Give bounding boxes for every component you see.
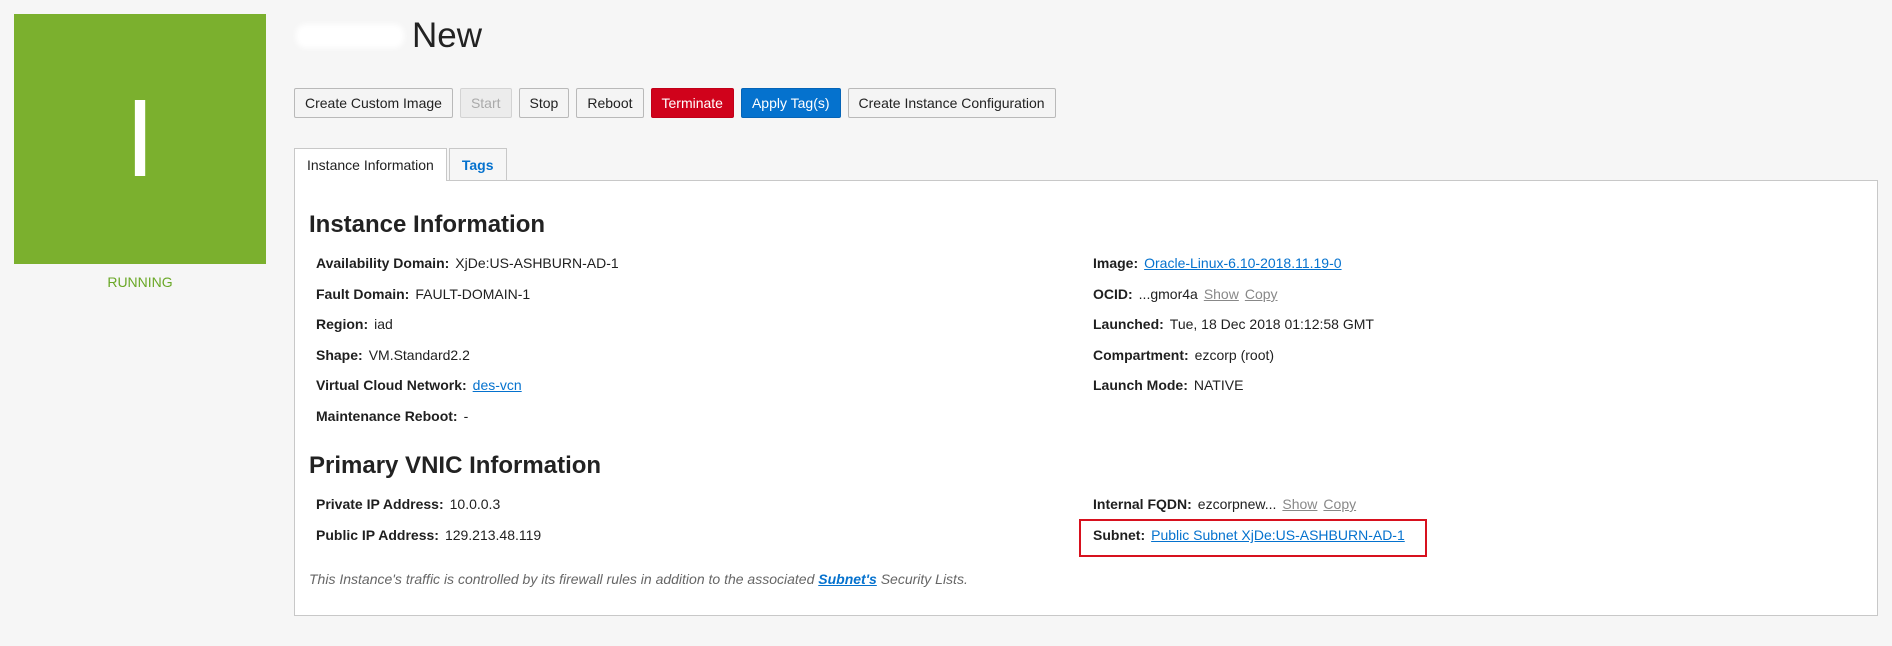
field-label: OCID:	[1093, 286, 1133, 302]
firewall-note: This Instance's traffic is controlled by…	[309, 571, 968, 587]
internal-fqdn-field: Internal FQDN: ezcorpnew... Show Copy	[1093, 496, 1356, 512]
field-label: Private IP Address:	[316, 496, 444, 512]
page-title: New	[412, 16, 483, 55]
field-value: -	[463, 408, 469, 424]
ocid-value: ...gmor4a	[1138, 286, 1198, 302]
instance-status-tile: I	[14, 14, 266, 264]
vcn-field: Virtual Cloud Network: des-vcn	[316, 377, 522, 393]
field-label: Compartment:	[1093, 347, 1189, 363]
tab-tags[interactable]: Tags	[448, 148, 507, 180]
field-value: ezcorp (root)	[1194, 347, 1275, 363]
note-text-before: This Instance's traffic is controlled by…	[309, 571, 819, 587]
note-text-after: Security Lists.	[876, 571, 968, 587]
fault-domain-field: Fault Domain: FAULT-DOMAIN-1	[316, 286, 530, 302]
tab-instance-information[interactable]: Instance Information	[294, 148, 447, 181]
subnets-link[interactable]: Subnet's	[818, 571, 877, 587]
start-button: Start	[459, 88, 512, 118]
vcn-link[interactable]: des-vcn	[473, 377, 522, 393]
field-label: Image:	[1093, 255, 1139, 271]
field-label: Subnet:	[1093, 527, 1146, 543]
private-ip-field: Private IP Address: 10.0.0.3	[316, 496, 500, 512]
field-value: 129.213.48.119	[444, 527, 542, 543]
tab-bar: Instance Information Tags	[294, 148, 507, 181]
fqdn-value: ezcorpnew...	[1197, 496, 1277, 512]
field-label: Launch Mode:	[1093, 377, 1188, 393]
region-field: Region: iad	[316, 316, 393, 332]
fqdn-copy-link[interactable]: Copy	[1323, 496, 1356, 512]
apply-tags-button[interactable]: Apply Tag(s)	[740, 88, 841, 118]
field-label: Virtual Cloud Network:	[316, 377, 467, 393]
create-instance-configuration-button[interactable]: Create Instance Configuration	[847, 88, 1056, 118]
field-label: Availability Domain:	[316, 255, 450, 271]
instance-initial: I	[124, 77, 156, 200]
image-field: Image: Oracle-Linux-6.10-2018.11.19-0	[1093, 255, 1342, 271]
field-value: FAULT-DOMAIN-1	[415, 286, 531, 302]
field-label: Region:	[316, 316, 369, 332]
stop-button[interactable]: Stop	[518, 88, 570, 118]
launch-mode-field: Launch Mode: NATIVE	[1093, 377, 1243, 393]
fqdn-show-link[interactable]: Show	[1282, 496, 1317, 512]
availability-domain-field: Availability Domain: XjDe:US-ASHBURN-AD-1	[316, 255, 619, 271]
maintenance-reboot-field: Maintenance Reboot: -	[316, 408, 468, 424]
field-value: NATIVE	[1193, 377, 1244, 393]
public-ip-field: Public IP Address: 129.213.48.119	[316, 527, 541, 543]
field-value: XjDe:US-ASHBURN-AD-1	[455, 255, 619, 271]
create-custom-image-button[interactable]: Create Custom Image	[294, 88, 453, 118]
compartment-field: Compartment: ezcorp (root)	[1093, 347, 1274, 363]
terminate-button[interactable]: Terminate	[650, 88, 734, 118]
field-value: VM.Standard2.2	[368, 347, 470, 363]
field-label: Shape:	[316, 347, 363, 363]
field-value: iad	[374, 316, 393, 332]
field-label: Public IP Address:	[316, 527, 439, 543]
image-link[interactable]: Oracle-Linux-6.10-2018.11.19-0	[1144, 255, 1341, 271]
instance-details-panel: Instance Information Availability Domain…	[294, 180, 1878, 616]
launched-field: Launched: Tue, 18 Dec 2018 01:12:58 GMT	[1093, 316, 1374, 332]
primary-vnic-heading: Primary VNIC Information	[309, 452, 602, 479]
field-label: Fault Domain:	[316, 286, 410, 302]
action-toolbar: Create Custom Image Start Stop Reboot Te…	[294, 88, 1056, 118]
ocid-field: OCID: ...gmor4a Show Copy	[1093, 286, 1278, 302]
ocid-copy-link[interactable]: Copy	[1245, 286, 1278, 302]
field-label: Maintenance Reboot:	[316, 408, 458, 424]
ocid-show-link[interactable]: Show	[1204, 286, 1239, 302]
instance-information-heading: Instance Information	[309, 211, 546, 238]
subnet-field: Subnet: Public Subnet XjDe:US-ASHBURN-AD-…	[1093, 527, 1405, 543]
field-value: Tue, 18 Dec 2018 01:12:58 GMT	[1169, 316, 1374, 332]
field-value: 10.0.0.3	[449, 496, 501, 512]
field-label: Internal FQDN:	[1093, 496, 1192, 512]
field-label: Launched:	[1093, 316, 1164, 332]
shape-field: Shape: VM.Standard2.2	[316, 347, 470, 363]
redacted-name	[296, 24, 404, 48]
subnet-link[interactable]: Public Subnet XjDe:US-ASHBURN-AD-1	[1151, 527, 1405, 543]
reboot-button[interactable]: Reboot	[576, 88, 644, 118]
instance-status-label: RUNNING	[107, 274, 173, 290]
